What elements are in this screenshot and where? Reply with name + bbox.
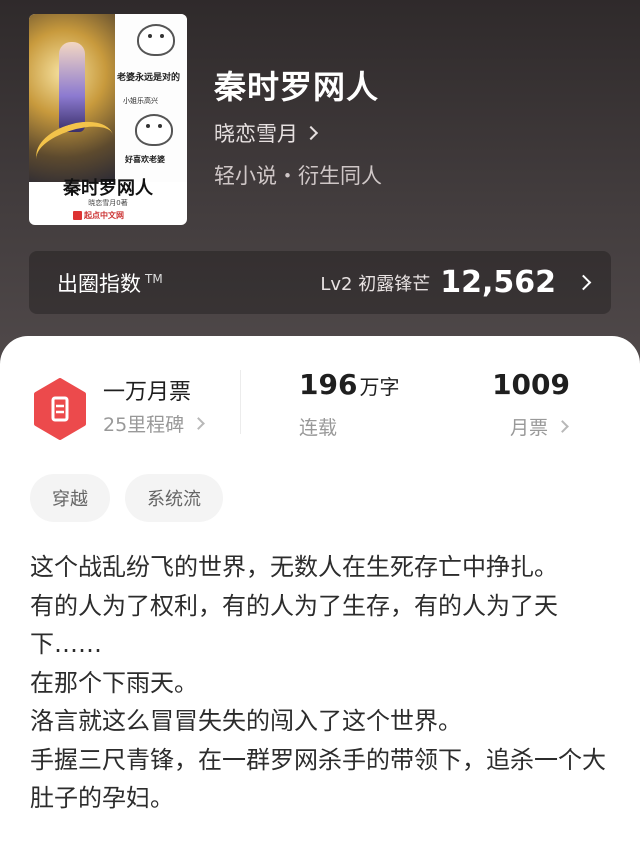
stats-row: 一万月票 25里程碑 196 万字 连载 1009 月票 — [0, 336, 640, 446]
chevron-right-icon — [575, 274, 592, 291]
popularity-index-bar[interactable]: 出圈指数 TM Lv2 初露锋芒 12,562 — [29, 251, 611, 314]
book-header: 老婆永远是对的 小姐乐高兴 好喜欢老婆 秦时罗网人 晓恋雪月0著 起点中文网 秦… — [0, 0, 640, 380]
cover-side-panel: 老婆永远是对的 小姐乐高兴 好喜欢老婆 — [115, 14, 187, 182]
cover-small-text: 小姐乐高兴 — [123, 97, 158, 105]
cover-author: 晓恋雪月0著 — [88, 199, 128, 207]
monthly-ticket-badge-icon — [32, 378, 88, 440]
author-name: 晓恋雪月 — [214, 122, 298, 146]
cover-slogan: 老婆永远是对的 — [117, 73, 181, 83]
publisher-logo: 起点中文网 — [73, 210, 124, 221]
description-line: 在那个下雨天。 — [30, 668, 198, 697]
detail-panel: 一万月票 25里程碑 196 万字 连载 1009 月票 穿越 系统流 这个战乱纷… — [0, 336, 640, 859]
index-summary: Lv2 初露锋芒 12,562 — [320, 265, 592, 300]
index-value: 12,562 — [440, 265, 556, 300]
monthly-ticket-link[interactable]: 月票 — [510, 413, 569, 440]
cover-title: 秦时罗网人 — [63, 178, 153, 199]
cover-bottom-text: 好喜欢老婆 — [125, 155, 165, 164]
stats-divider — [240, 370, 241, 434]
word-count-unit: 万字 — [359, 375, 400, 399]
book-title: 秦时罗网人 — [214, 68, 380, 106]
cover-illustration — [29, 14, 121, 182]
chevron-right-icon — [303, 125, 319, 141]
book-genre: 轻小说・衍生同人 — [214, 164, 382, 188]
trademark-mark: TM — [145, 271, 163, 286]
publisher-name: 起点中文网 — [84, 211, 124, 220]
milestone-sub: 25里程碑 — [103, 414, 185, 436]
monthly-ticket-label: 月票 — [510, 417, 549, 439]
description-line: 手握三尺青锋，在一群罗网杀手的带领下，追杀一个大肚子的孕妇。 — [30, 745, 606, 813]
hamster-doodle — [135, 114, 173, 146]
milestone-title: 一万月票 — [103, 380, 192, 405]
tag-list: 穿越 系统流 — [30, 474, 223, 522]
index-level: Lv2 初露锋芒 — [320, 273, 431, 295]
tag-chip[interactable]: 穿越 — [30, 474, 110, 522]
tag-chip[interactable]: 系统流 — [125, 474, 223, 522]
author-link[interactable]: 晓恋雪月 — [214, 118, 319, 148]
description-line: 这个战乱纷飞的世界，无数人在生死存亡中挣扎。 — [30, 553, 558, 581]
word-count-value: 196 — [299, 368, 358, 401]
description-line: 有的人为了权利，有的人为了生存，有的人为了天下…… — [30, 591, 558, 659]
publisher-logo-icon — [73, 211, 82, 220]
chevron-right-icon — [556, 420, 569, 433]
serial-status: 连载 — [299, 417, 338, 439]
monthly-ticket-count: 1009 — [492, 368, 570, 401]
word-count: 196 万字 — [299, 368, 399, 401]
index-label: 出圈指数 TM — [57, 271, 163, 296]
milestone-link[interactable]: 25里程碑 — [103, 410, 206, 437]
cover-figure — [59, 42, 85, 132]
chevron-right-icon — [192, 417, 206, 430]
description-line: 洛言就这么冒冒失失的闯入了这个世界。 — [30, 707, 462, 735]
book-description: 这个战乱纷飞的世界，无数人在生死存亡中挣扎。 有的人为了权利，有的人为了生存，有… — [30, 548, 615, 818]
hamster-doodle — [137, 24, 175, 56]
book-cover[interactable]: 老婆永远是对的 小姐乐高兴 好喜欢老婆 秦时罗网人 晓恋雪月0著 起点中文网 — [29, 14, 187, 225]
cover-swirl — [29, 112, 121, 182]
